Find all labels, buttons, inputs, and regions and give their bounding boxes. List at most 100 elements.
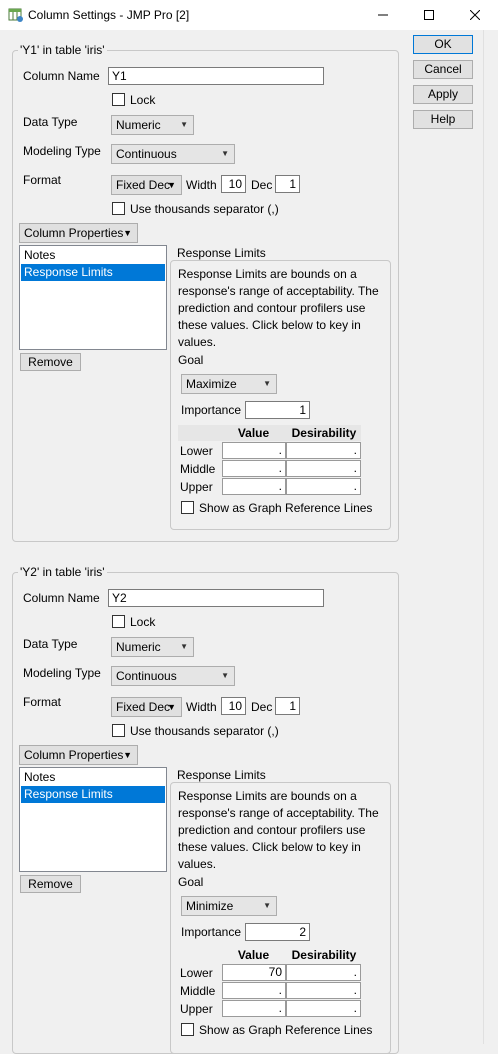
help-button[interactable]: Help	[413, 110, 473, 129]
goal-select[interactable]: Minimize ▼	[181, 896, 277, 916]
modeling-type-value: Continuous	[116, 147, 177, 161]
dec-label: Dec	[251, 700, 273, 714]
apply-button[interactable]: Apply	[413, 85, 473, 104]
goal-label: Goal	[178, 875, 204, 889]
upper-value-cell[interactable]: .	[222, 478, 286, 495]
chevron-down-icon: ▼	[180, 120, 188, 129]
middle-value-cell[interactable]: .	[222, 460, 286, 477]
goal-label: Goal	[178, 353, 204, 367]
importance-input[interactable]: 2	[245, 923, 310, 941]
value-column-header: Value	[237, 948, 270, 962]
upper-desirability-cell[interactable]: .	[286, 478, 361, 495]
row-label-middle: Middle	[180, 984, 216, 998]
dropdown-arrow-icon: ▼	[123, 750, 132, 760]
middle-desirability-cell[interactable]: .	[286, 460, 361, 477]
property-item-response-limits[interactable]: Response Limits	[21, 264, 165, 281]
desc-line: values.	[178, 335, 217, 349]
panel-legend: 'Y2' in table 'iris'	[18, 565, 107, 579]
dec-input[interactable]: 1	[275, 175, 300, 193]
format-value: Fixed Dec	[116, 178, 171, 192]
modeling-type-label: Modeling Type	[23, 144, 101, 158]
desc-line: these values. Click below to key in	[178, 840, 361, 854]
modeling-type-select[interactable]: Continuous ▼	[111, 666, 235, 686]
goal-value: Maximize	[186, 377, 237, 391]
cancel-button[interactable]: Cancel	[413, 60, 473, 79]
desc-line: prediction and contour profilers use	[178, 823, 366, 837]
lower-desirability-cell[interactable]: .	[286, 964, 361, 981]
remove-button[interactable]: Remove	[20, 353, 81, 371]
column-properties-label: Column Properties	[24, 748, 124, 762]
lower-value-cell[interactable]: .	[222, 442, 286, 459]
graph-reference-lines-label: Show as Graph Reference Lines	[199, 501, 373, 515]
width-input[interactable]: 10	[221, 697, 246, 715]
desc-line: response's range of acceptability. The	[178, 284, 379, 298]
goal-select[interactable]: Maximize ▼	[181, 374, 277, 394]
lock-checkbox[interactable]	[112, 93, 125, 106]
ok-button[interactable]: OK	[413, 35, 473, 54]
jmp-app-icon	[8, 7, 24, 23]
minimize-button[interactable]	[360, 0, 406, 30]
desc-line: prediction and contour profilers use	[178, 301, 366, 315]
property-item-response-limits[interactable]: Response Limits	[21, 786, 165, 803]
format-label: Format	[23, 173, 62, 187]
remove-button[interactable]: Remove	[20, 875, 81, 893]
chevron-down-icon: ▼	[263, 379, 271, 388]
dropdown-arrow-icon: ▼	[167, 180, 176, 190]
column-name-input[interactable]: Y1	[108, 67, 324, 85]
middle-value-cell[interactable]: .	[222, 982, 286, 999]
desc-line: values.	[178, 857, 217, 871]
lock-label: Lock	[130, 93, 156, 107]
data-type-label: Data Type	[23, 637, 78, 651]
response-limits-description: Response Limits are bounds on a response…	[178, 788, 388, 873]
importance-label: Importance	[181, 925, 242, 939]
column-name-label: Column Name	[23, 591, 100, 605]
upper-value-cell[interactable]: .	[222, 1000, 286, 1017]
column-properties-menu[interactable]: Column Properties ▼	[19, 223, 138, 243]
close-window-button[interactable]	[452, 0, 498, 30]
row-label-lower: Lower	[180, 444, 213, 458]
column-name-label: Column Name	[23, 69, 100, 83]
maximize-button[interactable]	[406, 0, 452, 30]
desirability-column-header: Desirability	[291, 426, 357, 440]
row-label-upper: Upper	[180, 480, 213, 494]
column-properties-menu[interactable]: Column Properties ▼	[19, 745, 138, 765]
width-input[interactable]: 10	[221, 175, 246, 193]
data-type-select[interactable]: Numeric ▼	[111, 637, 194, 657]
width-label: Width	[186, 700, 217, 714]
data-type-select[interactable]: Numeric ▼	[111, 115, 194, 135]
dec-input[interactable]: 1	[275, 697, 300, 715]
importance-input[interactable]: 1	[245, 401, 310, 419]
vertical-scrollbar[interactable]	[483, 30, 498, 1044]
desc-line: Response Limits are bounds on a	[178, 267, 357, 281]
column-name-input[interactable]: Y2	[108, 589, 324, 607]
format-label: Format	[23, 695, 62, 709]
modeling-type-select[interactable]: Continuous ▼	[111, 144, 235, 164]
lower-desirability-cell[interactable]: .	[286, 442, 361, 459]
width-label: Width	[186, 178, 217, 192]
data-type-value: Numeric	[116, 640, 161, 654]
thousands-separator-checkbox[interactable]	[112, 202, 125, 215]
property-item-notes[interactable]: Notes	[21, 769, 165, 786]
modeling-type-label: Modeling Type	[23, 666, 101, 680]
desc-line: Response Limits are bounds on a	[178, 789, 357, 803]
properties-list[interactable]: Notes Response Limits	[19, 245, 167, 350]
lock-checkbox[interactable]	[112, 615, 125, 628]
property-item-notes[interactable]: Notes	[21, 247, 165, 264]
format-select[interactable]: Fixed Dec ▼	[111, 697, 182, 717]
dropdown-arrow-icon: ▼	[123, 228, 132, 238]
format-value: Fixed Dec	[116, 700, 171, 714]
format-select[interactable]: Fixed Dec ▼	[111, 175, 182, 195]
response-limits-legend: Response Limits	[175, 768, 268, 782]
lower-value-cell[interactable]: 70	[222, 964, 286, 981]
graph-reference-lines-checkbox[interactable]	[181, 1023, 194, 1036]
properties-list[interactable]: Notes Response Limits	[19, 767, 167, 872]
thousands-separator-checkbox[interactable]	[112, 724, 125, 737]
middle-desirability-cell[interactable]: .	[286, 982, 361, 999]
goal-value: Minimize	[186, 899, 234, 913]
dec-label: Dec	[251, 178, 273, 192]
lock-label: Lock	[130, 615, 156, 629]
graph-reference-lines-checkbox[interactable]	[181, 501, 194, 514]
window-title: Column Settings - JMP Pro [2]	[28, 8, 190, 22]
upper-desirability-cell[interactable]: .	[286, 1000, 361, 1017]
thousands-separator-label: Use thousands separator (,)	[130, 724, 279, 738]
